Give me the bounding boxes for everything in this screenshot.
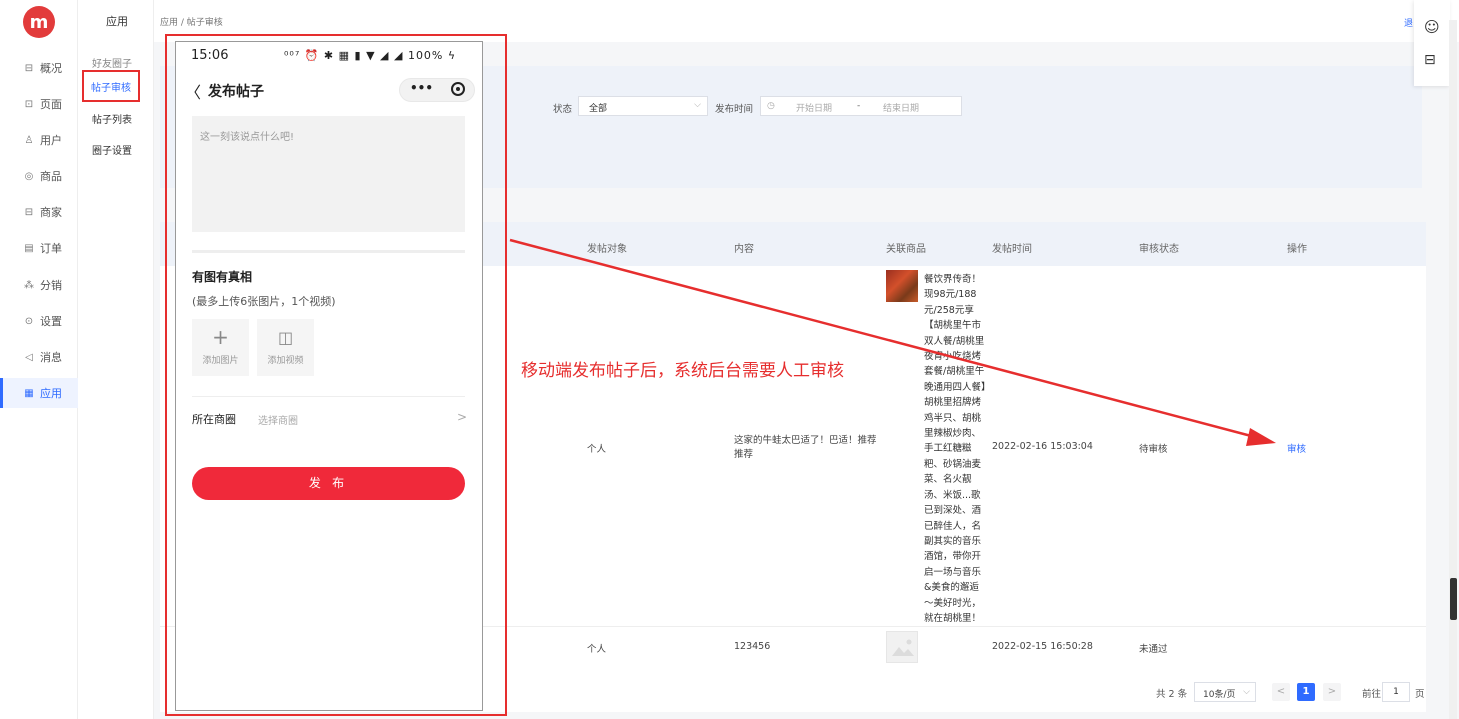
annotation-text: 移动端发布帖子后，系统后台需要人工审核	[521, 356, 844, 381]
